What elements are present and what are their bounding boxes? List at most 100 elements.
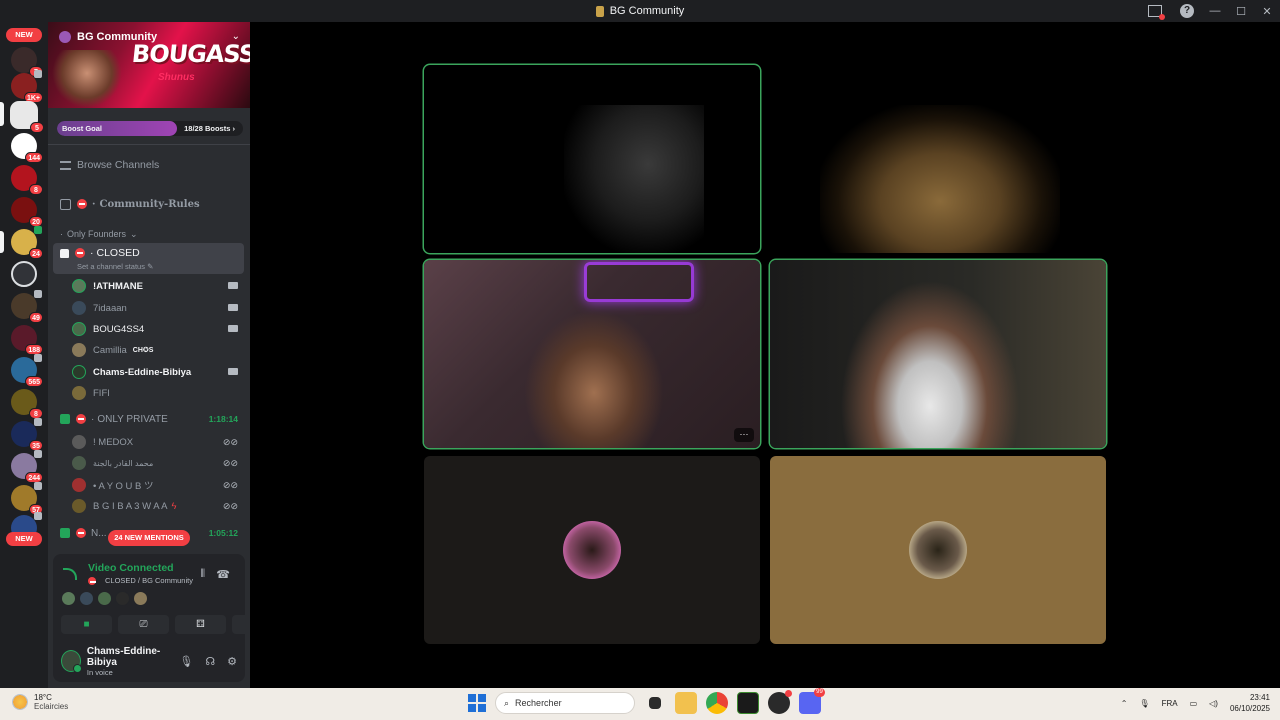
avatar[interactable]: [61, 650, 82, 673]
discord-icon[interactable]: 99: [799, 688, 825, 714]
username[interactable]: Chams-Eddine-Bibiya: [87, 646, 179, 668]
browse-channels[interactable]: Browse Channels: [54, 155, 244, 175]
server-icon[interactable]: 49: [11, 290, 43, 323]
channel-timer: 1:05:12: [208, 528, 238, 538]
voice-user[interactable]: FIFI: [72, 383, 244, 403]
avatar[interactable]: [133, 591, 148, 606]
network-icon[interactable]: ▭: [1190, 699, 1198, 708]
new-unreads-bottom[interactable]: NEW: [6, 532, 42, 546]
voice-location[interactable]: CLOSED / BG Community: [105, 576, 193, 585]
boost-goal-bar[interactable]: Boost Goal 18/28 Boosts ›: [57, 121, 243, 136]
server-icon[interactable]: 35: [11, 418, 43, 451]
gear-icon[interactable]: ⚙: [227, 655, 237, 668]
server-icon[interactable]: 8: [11, 165, 43, 195]
more-options-button[interactable]: ···: [734, 428, 754, 442]
channel-only-private[interactable]: · ONLY PRIVATE 1:18:14: [54, 409, 244, 429]
voice-user[interactable]: • A Y O U B ツ ⊘⊘: [72, 475, 244, 495]
server-icon[interactable]: 8: [11, 389, 43, 419]
new-mentions-button[interactable]: 24 NEW MENTIONS: [108, 530, 190, 546]
voice-user[interactable]: 7idaaan: [72, 298, 244, 318]
video-tile[interactable]: [770, 65, 1106, 253]
video-tile-off[interactable]: [770, 456, 1106, 644]
no-entry-icon: [88, 576, 96, 585]
clock[interactable]: 23:41 06/10/2025: [1230, 692, 1270, 714]
temperature: 18°C: [34, 693, 52, 702]
no-entry-icon: [76, 528, 86, 538]
chrome-icon[interactable]: [706, 692, 728, 714]
microphone-icon[interactable]: 🎙︎: [179, 655, 193, 668]
server-icon[interactable]: 144: [11, 133, 43, 163]
disconnect-icon[interactable]: ☎: [216, 568, 230, 581]
divider: [48, 144, 250, 145]
avatar[interactable]: [97, 591, 112, 606]
server-icon[interactable]: 244: [11, 450, 43, 483]
camera-button[interactable]: ■: [61, 615, 112, 634]
screenshare-button[interactable]: ⎚: [118, 615, 169, 634]
server-icon-selected[interactable]: 5: [10, 101, 44, 133]
voice-user[interactable]: BOUG4SS4: [72, 319, 244, 339]
avatar: [72, 478, 86, 492]
channel-sidebar: BOUGASSAA Shunus BG Community ⌄ Boost Go…: [48, 22, 283, 688]
server-icon[interactable]: 24: [11, 226, 43, 259]
language-indicator[interactable]: FRA: [1162, 699, 1178, 708]
banner-image: [52, 50, 122, 108]
minimize-button[interactable]: —: [1202, 5, 1228, 17]
avatar[interactable]: [79, 591, 94, 606]
video-tile[interactable]: [424, 65, 760, 253]
avatar: [72, 499, 86, 513]
server-icon[interactable]: 1K+: [11, 70, 43, 103]
avatar[interactable]: [115, 591, 130, 606]
help-icon[interactable]: ?: [1180, 4, 1194, 18]
video-feed: [564, 105, 704, 253]
start-button[interactable]: [468, 694, 486, 712]
server-name[interactable]: BG Community: [59, 31, 157, 43]
server-icon[interactable]: 20: [11, 197, 43, 227]
headphones-icon[interactable]: ☊: [205, 655, 215, 668]
channel-closed[interactable]: · CLOSED: [54, 243, 244, 263]
video-tile[interactable]: ···: [424, 260, 760, 448]
activity-button[interactable]: ⚃: [175, 615, 226, 634]
chevron-up-icon[interactable]: ⌃: [1121, 699, 1128, 708]
voice-user[interactable]: !ATHMANE: [72, 276, 244, 296]
close-button[interactable]: ✕: [1254, 5, 1280, 18]
video-tile[interactable]: [770, 260, 1106, 448]
inbox-icon[interactable]: [1148, 5, 1165, 20]
volume-icon[interactable]: ◁): [1209, 699, 1218, 708]
chevron-down-icon[interactable]: ⌄: [232, 31, 240, 42]
server-icon[interactable]: 188: [11, 325, 43, 355]
speaker-icon: [34, 450, 42, 458]
server-icon[interactable]: 57: [11, 482, 43, 515]
voice-status[interactable]: Video Connected: [63, 562, 235, 574]
voice-user[interactable]: Chams-Eddine-Bibiya: [72, 362, 244, 382]
server-banner[interactable]: BOUGASSAA Shunus BG Community ⌄: [48, 22, 250, 108]
search-icon: ⌕: [504, 697, 510, 708]
voice-user[interactable]: ! MEDOX ⊘⊘: [72, 432, 244, 452]
video-tile-off[interactable]: [424, 456, 760, 644]
no-entry-icon: [76, 414, 86, 424]
windows-taskbar: 18°C Eclaircies ⌕ Rechercher 99 ⌃ 🎙︎ FRA…: [0, 688, 1280, 720]
task-view-icon[interactable]: [649, 697, 661, 709]
noise-suppression-icon[interactable]: ⫴: [200, 568, 205, 581]
new-unreads-top[interactable]: NEW: [6, 28, 42, 42]
list-icon: [60, 160, 71, 170]
maximize-button[interactable]: ☐: [1228, 5, 1254, 18]
channel-community-rules[interactable]: · Community-Rules: [54, 194, 244, 214]
voice-user[interactable]: B G I B A 3 W A A ϟ ⊘⊘: [72, 496, 244, 516]
speaker-icon: [34, 290, 42, 298]
voice-user[interactable]: Camillia CH✪S: [72, 340, 244, 360]
microphone-icon[interactable]: 🎙︎: [1139, 699, 1149, 708]
app-icon[interactable]: [768, 690, 792, 714]
taskbar-search[interactable]: ⌕ Rechercher: [495, 692, 635, 714]
weather-widget[interactable]: 18°C Eclaircies: [12, 693, 68, 711]
avatar[interactable]: [61, 591, 76, 606]
server-icon[interactable]: 7: [11, 47, 43, 77]
channel-name: Community-Rules: [99, 198, 200, 210]
category-only-founders[interactable]: · Only Founders ⌄: [54, 224, 244, 244]
server-icon[interactable]: [11, 261, 37, 287]
channel-status[interactable]: Set a channel status ✎: [77, 262, 153, 271]
server-logo-icon: [595, 5, 604, 17]
server-icon[interactable]: 565: [11, 354, 43, 387]
terminal-app-icon[interactable]: [737, 692, 759, 714]
file-explorer-icon[interactable]: [675, 692, 697, 714]
voice-user[interactable]: محمد القادر بالجنة ⊘⊘: [72, 453, 244, 473]
